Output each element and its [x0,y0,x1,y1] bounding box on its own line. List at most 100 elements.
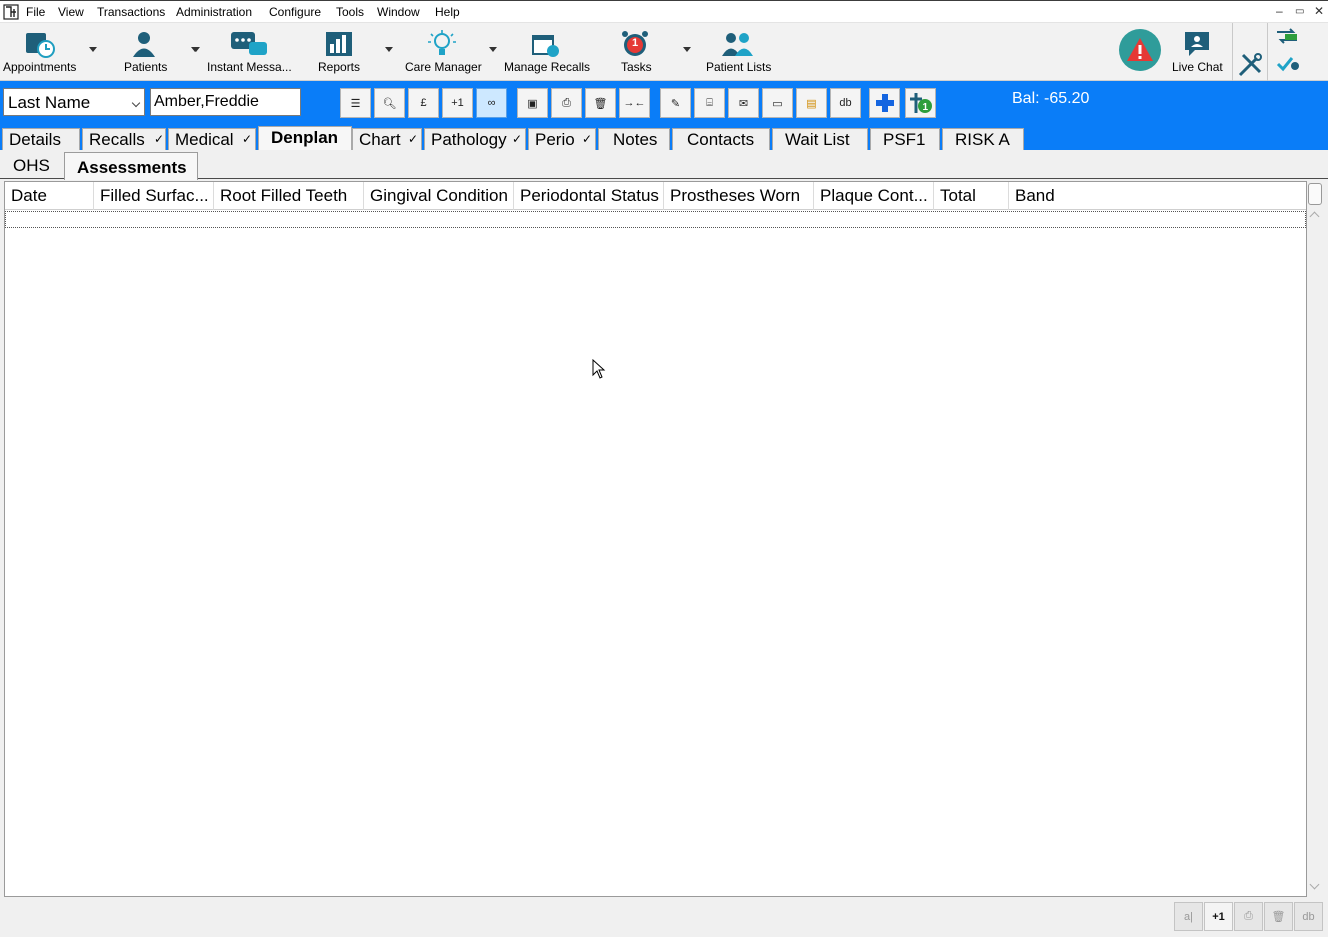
tab-label: PSF1 [883,130,926,149]
split-button[interactable]: a| [1174,902,1203,931]
scroll-up-icon[interactable] [1309,211,1320,222]
chat-icon [231,32,267,55]
restore-button[interactable]: ▭ [1295,6,1304,17]
menu-window[interactable]: Window [377,5,420,19]
tab-contacts[interactable]: Contacts [672,128,770,150]
check-cloud-icon[interactable] [1276,55,1300,73]
patient-lists-button[interactable]: Patient Lists [703,27,775,77]
tasks-badge: 1 [632,37,639,49]
column-plaque-control[interactable]: Plaque Cont... [814,182,934,210]
patient-lists-label: Patient Lists [706,60,772,74]
scroll-top-button[interactable] [1308,183,1322,205]
menu-tools[interactable]: Tools [336,5,364,19]
vertical-scrollbar[interactable] [1307,181,1324,897]
database-assessment-button[interactable]: db [1294,902,1323,931]
list-icon: ☰ [350,97,361,110]
scan-button[interactable]: ⌸ [694,88,725,118]
manage-recalls-button[interactable]: Manage Recalls [503,27,590,77]
column-band[interactable]: Band [1009,182,1306,210]
menu-transactions[interactable]: Transactions [97,5,165,19]
care-manager-button[interactable]: Care Manager [404,27,500,77]
column-gingival-condition[interactable]: Gingival Condition [364,182,514,210]
instant-messaging-dropdown-icon[interactable] [191,47,199,52]
tab-risk-a[interactable]: RISK A [942,128,1024,150]
minimize-button[interactable]: – [1276,4,1283,18]
care-manager-dropdown-icon[interactable] [489,47,497,52]
add-patient-button[interactable]: 1 [905,88,936,118]
column-root-filled-teeth[interactable]: Root Filled Teeth [214,182,364,210]
menu-help[interactable]: Help [435,5,460,19]
search-icon: 🔍︎ [382,97,397,110]
database-button[interactable]: db [830,88,861,118]
delete-assessment-button[interactable]: 🗑 [1264,902,1293,931]
tab-label: Chart [359,130,401,149]
delete-button[interactable]: 🗑 [585,88,616,118]
tab-pathology[interactable]: Pathology ✓ [424,128,526,150]
tab-details[interactable]: Details [2,128,80,150]
link-button[interactable]: ∞ [476,88,507,118]
plus-one-button[interactable]: +1 [442,88,473,118]
search-type-select[interactable]: Last Name [3,88,145,116]
merge-button[interactable]: →← [619,88,650,118]
notes-button[interactable]: ▤ [796,88,827,118]
column-total[interactable]: Total [934,182,1009,210]
appointments-button[interactable]: Appointments [2,27,98,77]
print-button[interactable]: ⎙ [551,88,582,118]
add-patient-icon: 1 [909,93,932,113]
close-button[interactable]: ✕ [1314,4,1324,18]
tab-psf1[interactable]: PSF1 [870,128,940,150]
tasks-button[interactable]: 1 Tasks [605,27,693,77]
tab-recalls[interactable]: Recalls ✓ [82,128,166,150]
tools-icon[interactable] [1237,52,1263,78]
patient-name-field[interactable]: Amber,Freddie [150,88,301,116]
subtab-assessments[interactable]: Assessments [64,152,198,180]
scroll-down-icon[interactable] [1309,879,1320,890]
column-filled-surfaces[interactable]: Filled Surfac... [94,182,214,210]
column-periodontal-status[interactable]: Periodontal Status [514,182,664,210]
list-button[interactable]: ☰ [340,88,371,118]
card-button[interactable]: ▭ [762,88,793,118]
column-prostheses-worn[interactable]: Prostheses Worn [664,182,814,210]
tab-wait-list[interactable]: Wait List [772,128,868,150]
instant-messaging-label: Instant Messa... [207,60,292,74]
edit-button[interactable]: ✎ [660,88,691,118]
scan-icon: ⌸ [706,96,713,109]
tab-notes[interactable]: Notes [598,128,670,150]
plus-one-icon: +1 [451,97,464,109]
sync-icon[interactable] [1275,27,1299,45]
table-row[interactable] [5,211,1306,228]
letter-button[interactable]: ✉ [728,88,759,118]
menu-configure[interactable]: Configure [269,5,321,19]
appointments-icon [26,33,55,58]
alert-button[interactable] [1119,29,1161,71]
add-assessment-button[interactable]: +1 [1204,902,1233,931]
appointments-dropdown-icon[interactable] [89,47,97,52]
reports-button[interactable]: Reports [313,27,395,77]
tab-medical[interactable]: Medical ✓ [168,128,256,150]
reports-dropdown-icon[interactable] [385,47,393,52]
chevron-down-icon [131,98,141,108]
search-button[interactable]: 🔍︎ [374,88,405,118]
menu-file[interactable]: File [26,5,45,19]
live-chat-button[interactable]: Live Chat [1168,27,1226,77]
tasks-dropdown-icon[interactable] [683,47,691,52]
account-button[interactable]: £ [408,88,439,118]
column-date[interactable]: Date [5,182,94,210]
tab-label: RISK A [955,130,1010,149]
assessments-grid[interactable]: Date Filled Surfac... Root Filled Teeth … [4,181,1307,897]
menu-administration[interactable]: Administration [176,5,252,19]
link-icon: ∞ [487,97,496,109]
medical-button[interactable] [869,88,900,118]
appointments-label: Appointments [3,60,77,74]
check-icon: ✓ [154,132,165,146]
menu-view[interactable]: View [58,5,84,19]
save-button[interactable]: ▣ [517,88,548,118]
print-assessment-button[interactable]: ⎙ [1234,902,1263,931]
patients-button[interactable]: Patients [118,27,204,77]
tab-label: Contacts [687,130,755,149]
tab-perio[interactable]: Perio ✓ [528,128,596,150]
instant-messaging-button[interactable]: Instant Messa... [191,27,297,77]
tab-denplan[interactable]: Denplan [258,126,352,150]
tab-chart[interactable]: Chart ✓ [352,128,422,150]
subtab-ohs[interactable]: OHS [13,156,50,176]
